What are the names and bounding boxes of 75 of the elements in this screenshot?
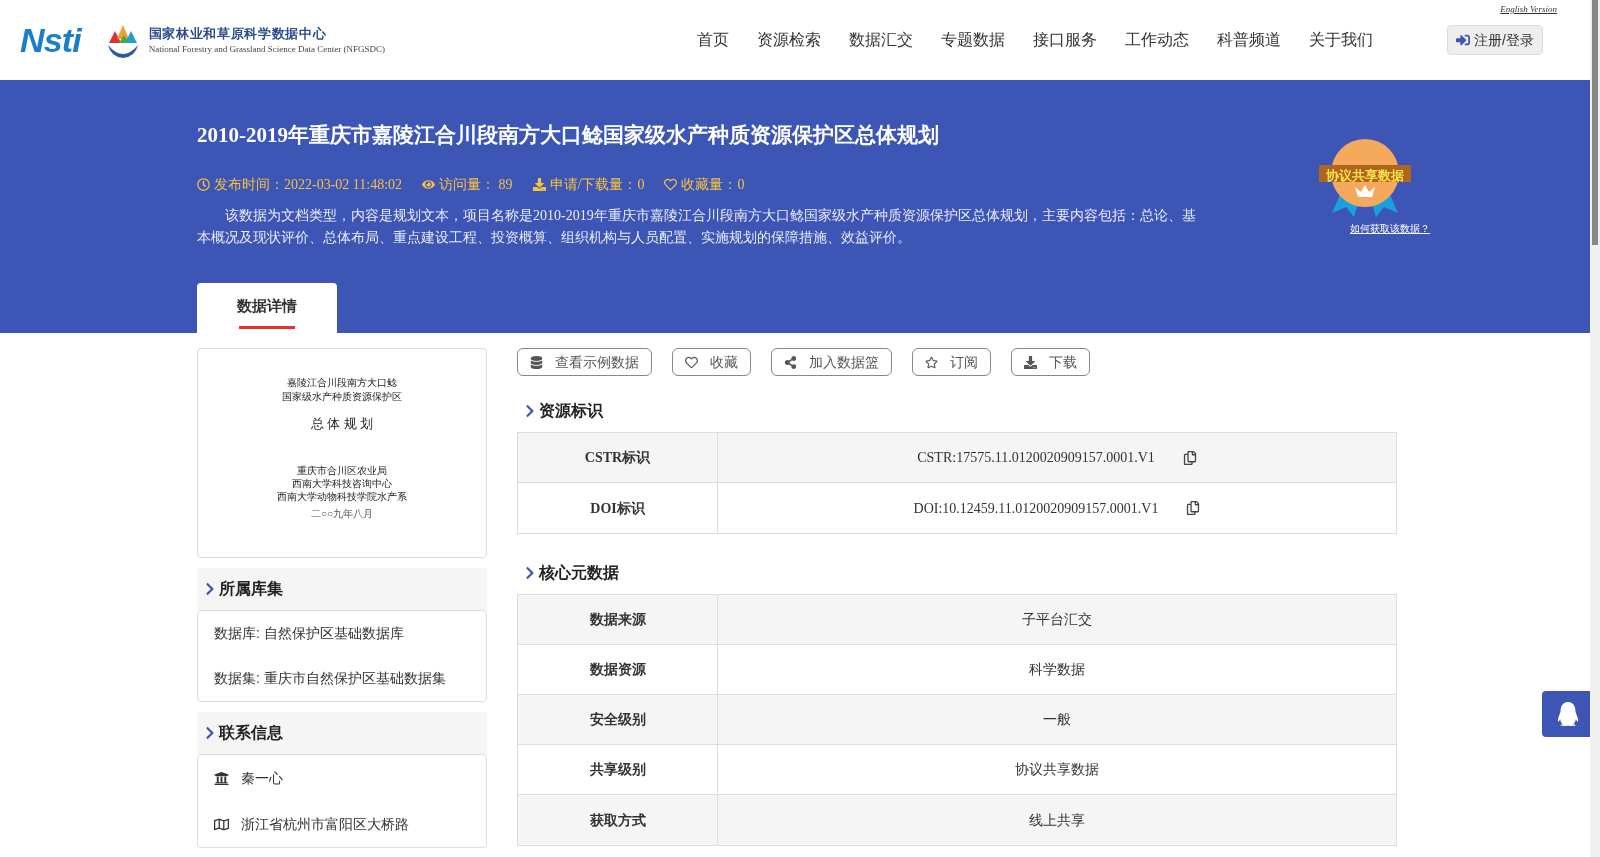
nav-link[interactable]: 专题数据: [941, 28, 1006, 52]
chevron-icon: [525, 566, 535, 580]
login-button[interactable]: 注册/登录: [1447, 25, 1543, 55]
action-button[interactable]: 查看示例数据: [517, 348, 652, 376]
english-version-link[interactable]: English Version: [1500, 3, 1557, 17]
meta-text: 申请/下载量：0: [549, 175, 645, 194]
action-button[interactable]: 订阅: [912, 348, 991, 376]
section-title: 核心元数据: [539, 563, 619, 583]
table-cell-text: CSTR:17575.11.0120020909157.0001.V1: [917, 449, 1155, 467]
download-icon: [1024, 355, 1037, 369]
contact-text: 秦一心: [241, 768, 283, 788]
table-cell: 共享级别: [518, 745, 718, 794]
table-cell-text: 子平台汇交: [1022, 611, 1092, 629]
collection-item[interactable]: 数据集: 重庆市自然保护区基础数据集: [198, 656, 486, 701]
how-to-get-data-link[interactable]: 如何获取该数据？: [1350, 221, 1430, 236]
meta-text: 发布时间：2022-03-02 11:48:02: [214, 175, 403, 194]
nav-link[interactable]: 数据汇交: [849, 28, 914, 52]
table-cell-text: 线上共享: [1029, 811, 1085, 830]
document-text: 重庆市合川区农业局: [297, 463, 387, 477]
section-title: 所属库集: [219, 579, 283, 599]
section-title: 资源标识: [539, 401, 603, 421]
database-icon: [530, 355, 543, 369]
nav-link[interactable]: 资源检索: [757, 28, 822, 52]
nav-link[interactable]: 接口服务: [1033, 28, 1098, 52]
chevron-icon: [205, 726, 215, 740]
bank-icon: [214, 770, 229, 786]
table-cell: 获取方式: [518, 795, 718, 845]
share-icon: [784, 355, 797, 369]
table-cell-text: 一般: [1043, 711, 1071, 729]
penguin-icon: [1556, 702, 1580, 726]
copy-icon[interactable]: [1182, 450, 1197, 465]
contact-text: 浙江省杭州市富阳区大桥路: [241, 814, 409, 834]
table-cell: 安全级别: [518, 695, 718, 744]
sign-in-icon: [1456, 33, 1471, 47]
clock-icon: [197, 177, 210, 191]
nav-link[interactable]: 关于我们: [1309, 28, 1374, 52]
document-heading: 总 体 规 划: [311, 415, 373, 433]
scrollbar-thumb[interactable]: [1592, 0, 1598, 245]
map-icon: [214, 816, 229, 832]
nav-link[interactable]: 首页: [697, 28, 730, 52]
document-text: 西南大学科技咨询中心: [292, 476, 392, 490]
table-cell-text: DOI:10.12459.11.0120020909157.0001.V1: [913, 499, 1159, 518]
eye-icon: [422, 177, 436, 191]
section-title: 联系信息: [219, 723, 283, 743]
heart-icon: [664, 177, 678, 191]
document-text: 嘉陵江合川段南方大口鲶: [287, 376, 397, 390]
copy-icon[interactable]: [1186, 501, 1201, 515]
table-cell: DOI标识: [518, 483, 718, 533]
action-button[interactable]: 收藏: [672, 348, 751, 376]
meta-text: 访问量： 89: [439, 175, 513, 194]
table-cell: 数据来源: [518, 595, 718, 644]
table-cell: 数据资源: [518, 645, 718, 694]
organization-name-english: National Forestry and Grassland Science Data Center (NFGSDC): [148, 43, 386, 56]
table-cell-text: 科学数据: [1029, 661, 1085, 679]
star-icon: [925, 355, 938, 369]
meta-text: 收藏量：0: [681, 175, 745, 194]
chevron-icon: [525, 404, 535, 418]
tab[interactable]: 数据详情: [197, 283, 337, 333]
dataset-title: 2010-2019年重庆市嘉陵江合川段南方大口鲶国家级水产种质资源保护区总体规划: [197, 122, 940, 149]
nav-link[interactable]: 工作动态: [1125, 28, 1190, 52]
action-button[interactable]: 加入数据篮: [771, 348, 892, 376]
action-button[interactable]: 下载: [1011, 348, 1090, 376]
collection-item[interactable]: 数据库: 自然保护区基础数据库: [198, 611, 486, 656]
chevron-icon: [205, 582, 215, 596]
organization-name: 国家林业和草原科学数据中心: [148, 24, 328, 43]
dataset-description: 该数据为文档类型，内容是规划文本，项目名称是2010-2019年重庆市嘉陵江合川段南方大口鲶国家级水产种质资源保护区总体规划，主要内容包括：总论、基本概况及现状评价、总体布局、重点建设工程、投资概算、组织机构与人员配置、实施规划的保障措施、效益评价。: [197, 206, 1197, 247]
table-cell: CSTR标识: [518, 433, 718, 482]
document-text: 西南大学动物科技学院水产系: [277, 489, 407, 503]
document-text: 国家级水产种质资源保护区: [282, 390, 402, 404]
logo[interactable]: Nsti: [20, 14, 81, 66]
heart-icon: [685, 355, 698, 369]
document-date: 二○○九年八月: [310, 506, 374, 521]
table-cell-text: 协议共享数据: [1015, 761, 1099, 779]
download-icon: [532, 177, 546, 191]
nav-link[interactable]: 科普频道: [1217, 28, 1282, 52]
